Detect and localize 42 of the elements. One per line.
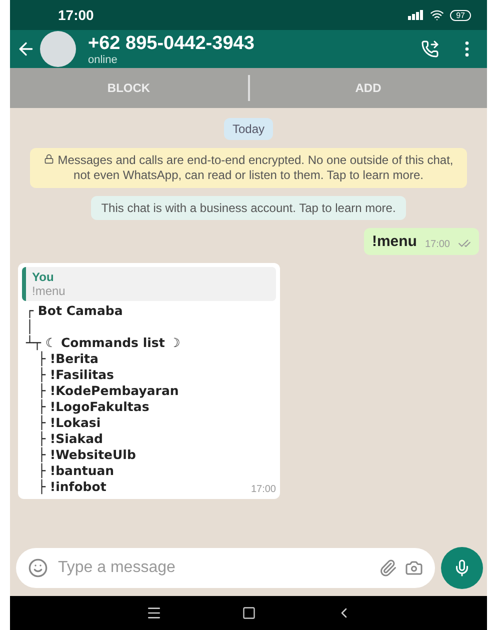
- emoji-icon[interactable]: [28, 558, 48, 578]
- message-time: 17:00: [424, 239, 450, 250]
- message-time: 17:00: [250, 484, 276, 495]
- double-check-icon: [458, 237, 471, 250]
- battery-level: 97: [450, 10, 471, 20]
- wifi-icon: [430, 8, 444, 22]
- menu-icon[interactable]: [146, 605, 162, 621]
- command-line: ├ !bantuan: [37, 463, 116, 479]
- camera-icon[interactable]: [405, 559, 423, 577]
- command-line: ├ !Lokasi: [37, 415, 102, 431]
- quote-text: !menu: [32, 284, 66, 298]
- command-line: ├ !Fasilitas: [37, 367, 115, 383]
- contact-name: +62 895-0442-3943: [88, 32, 256, 54]
- phone-call-icon[interactable]: [421, 40, 439, 58]
- message-line: ┌ Bot Camaba: [25, 303, 124, 319]
- mic-button[interactable]: [441, 547, 483, 589]
- date-chip: Today: [224, 118, 273, 140]
- signal-icon: [408, 10, 424, 20]
- message-line: │: [25, 319, 35, 335]
- presence-status: online: [88, 54, 118, 66]
- avatar[interactable]: [40, 31, 76, 67]
- add-button[interactable]: ADD: [250, 68, 487, 108]
- command-line: ├ !KodePembayaran: [37, 383, 180, 399]
- clock: 17:00: [58, 7, 94, 23]
- command-line: ├ !infobot: [37, 479, 106, 495]
- lock-icon: [44, 154, 54, 164]
- mic-icon: [453, 559, 471, 577]
- notice-text: Messages and calls are end-to-end encrypted. No one outside of this chat, not even WhatsApp, can read or listen to them. Tap to learn more.: [40, 153, 457, 183]
- message-line: ┴┬ ☾ Commands list ☽: [24, 335, 182, 351]
- business-notice[interactable]: This chat is with a business account. Tap to learn more.: [91, 196, 406, 220]
- command-line: ├ !LogoFakultas: [37, 399, 150, 415]
- home-icon[interactable]: [242, 606, 256, 620]
- quote-author: You: [32, 270, 55, 284]
- command-line: ├ !Siakad: [37, 431, 104, 447]
- encryption-notice[interactable]: Messages and calls are end-to-end encrypted. No one outside of this chat, not even WhatsApp, can read or listen to them. Tap to learn more.: [30, 148, 467, 188]
- message-field[interactable]: Type a message: [16, 548, 435, 588]
- command-line: ├ !WebsiteUlb: [37, 447, 137, 463]
- attach-icon[interactable]: [379, 559, 397, 577]
- message-text: !menu: [372, 233, 417, 250]
- command-line: ├ !Berita: [37, 351, 100, 367]
- quoted-message[interactable]: You !menu: [22, 267, 276, 301]
- block-button[interactable]: BLOCK: [10, 68, 248, 108]
